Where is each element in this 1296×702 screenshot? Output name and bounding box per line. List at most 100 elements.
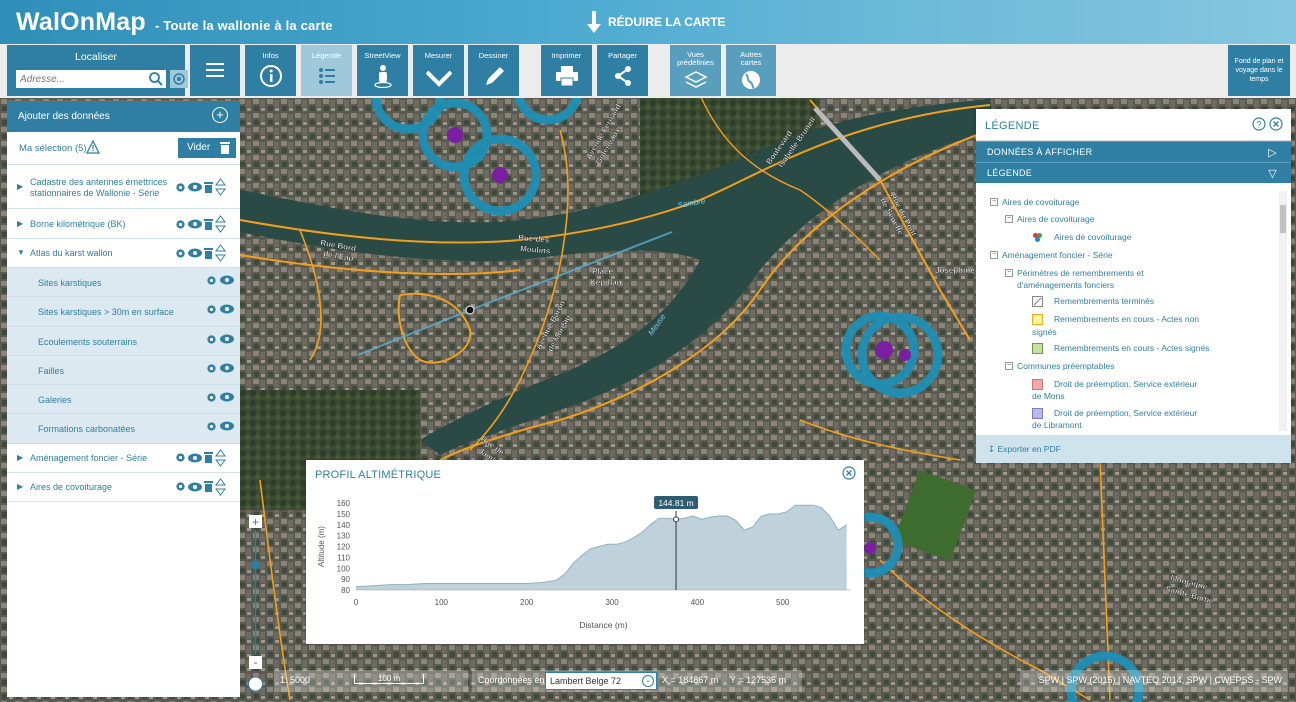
export-pdf-button[interactable]: ↧ Exporter en PDF — [976, 435, 1291, 463]
reorder-icon[interactable] — [215, 178, 226, 196]
sublayer-item[interactable]: Ecoulements souterrains — [7, 326, 240, 356]
layer-item[interactable]: ▼ Atlas du karst wallon — [7, 239, 240, 268]
fond-plan-button[interactable]: Fond de plan et voyage dans le temps — [1228, 45, 1290, 96]
layer-item[interactable]: ▶ Cadastre des antennes émettrices stati… — [7, 165, 240, 209]
zoom-handle[interactable] — [251, 560, 260, 570]
eye-icon[interactable] — [188, 482, 202, 492]
expand-icon[interactable]: ▶ — [17, 219, 23, 228]
gear-icon[interactable] — [206, 275, 217, 286]
dessiner-label: Dessiner — [478, 51, 509, 60]
help-icon[interactable]: ? — [1252, 117, 1266, 131]
collapse-box-icon[interactable]: − — [1005, 269, 1013, 277]
infos-button[interactable]: Infos — [245, 45, 296, 96]
legende-button[interactable]: Légende — [301, 45, 352, 96]
gear-icon[interactable] — [206, 392, 217, 403]
eye-icon[interactable] — [220, 421, 234, 431]
elevation-profile-panel: 80 90 100 110 120 130 140 150 160 0 100 200 300 400 50… — [306, 460, 864, 644]
legend-tree-item[interactable]: − Communes préemptables — [1005, 360, 1114, 372]
eye-icon[interactable] — [220, 334, 234, 344]
eye-icon[interactable] — [220, 304, 234, 314]
gear-icon[interactable] — [175, 182, 186, 193]
gear-icon[interactable] — [206, 304, 217, 315]
trash-icon[interactable] — [204, 452, 213, 464]
sublayer-item[interactable]: Failles — [7, 355, 240, 386]
search-input[interactable] — [20, 71, 140, 87]
projection-select[interactable]: Lambert Belge 72 ⌄ — [545, 672, 657, 690]
legend-tree-item[interactable]: − Périmètres de remembrements et d'aménage… — [1005, 267, 1144, 291]
legend-tree-item[interactable]: − Aires de covoiturage — [990, 196, 1080, 208]
sublayer-name: Failles — [38, 365, 65, 376]
clear-selection-button[interactable]: Vider — [178, 138, 236, 158]
gear-icon[interactable] — [206, 421, 217, 432]
reorder-icon[interactable] — [215, 215, 226, 233]
partager-button[interactable]: Partager — [597, 45, 648, 96]
eye-icon[interactable] — [188, 219, 202, 229]
reorder-icon[interactable] — [215, 448, 226, 467]
reorder-icon[interactable] — [215, 477, 226, 496]
layer-name-line1: Cadastre des antennes émettrices — [30, 177, 168, 187]
info-icon — [259, 65, 282, 87]
plus-icon: + — [252, 515, 259, 529]
eye-icon[interactable] — [220, 363, 234, 373]
collapse-icon[interactable]: ▼ — [17, 248, 25, 257]
close-icon[interactable] — [1269, 117, 1283, 131]
mesurer-button[interactable]: Mesurer — [413, 45, 464, 96]
layer-item[interactable]: ▶ Aires de covoiturage — [7, 473, 240, 502]
eye-icon[interactable] — [220, 392, 234, 402]
legend-scroll-thumb[interactable] — [1280, 205, 1286, 233]
close-icon[interactable] — [842, 466, 856, 480]
home-button[interactable] — [248, 676, 263, 692]
legend-section-legend[interactable]: LÉGENDE ▽ — [976, 162, 1291, 183]
legend-scrollbar[interactable] — [1279, 191, 1287, 431]
layer-item[interactable]: ▶ Aménagement foncier - Série — [7, 444, 240, 473]
sublayer-item[interactable]: Formations carbonatées — [7, 414, 240, 444]
collapse-box-icon[interactable]: − — [1005, 215, 1013, 223]
legend-tree-item[interactable]: − Aires de covoiturage — [1005, 213, 1095, 225]
expand-icon[interactable]: ▶ — [17, 182, 23, 191]
gear-icon[interactable] — [206, 334, 217, 345]
sublayer-item[interactable]: Sites karstiques > 30m en surface — [7, 297, 240, 327]
locate-icon[interactable] — [170, 70, 188, 88]
reduce-map-button[interactable]: RÉDUIRE LA CARTE — [586, 11, 726, 33]
reorder-icon[interactable] — [215, 244, 226, 262]
sublayer-item[interactable]: Galeries — [7, 385, 240, 415]
svg-text:?: ? — [1256, 120, 1261, 130]
legend-tree-item: Aires de covoiturage — [1054, 232, 1132, 242]
expand-icon[interactable]: ▶ — [17, 482, 23, 491]
collapse-box-icon[interactable]: − — [990, 198, 998, 206]
imprimer-button[interactable]: Imprimer — [541, 45, 592, 96]
trash-icon[interactable] — [204, 181, 213, 193]
collapse-box-icon[interactable]: − — [990, 251, 998, 259]
gear-icon[interactable] — [206, 363, 217, 374]
autres-cartes-button[interactable]: Autres cartes — [726, 45, 776, 96]
search-icon[interactable] — [148, 71, 164, 87]
collapse-box-icon[interactable]: − — [1005, 362, 1013, 370]
menu-button[interactable] — [190, 45, 240, 96]
eye-icon[interactable] — [188, 182, 202, 192]
eye-icon[interactable] — [188, 248, 202, 258]
gear-icon[interactable] — [175, 452, 186, 463]
trash-icon[interactable] — [204, 218, 213, 230]
layer-item[interactable]: ▶ Borne kilométrique (BK) — [7, 209, 240, 239]
sublayer-item[interactable]: Sites karstiques — [7, 268, 240, 298]
zoom-slider[interactable]: + - — [247, 515, 265, 695]
dessiner-button[interactable]: Dessiner — [468, 45, 519, 96]
streetview-button[interactable]: StreetView — [357, 45, 408, 96]
elevation-chart[interactable]: 80 90 100 110120 130 140 150 160 0 100 200 300 400 50… — [306, 460, 864, 644]
warning-icon[interactable] — [86, 140, 100, 154]
trash-icon[interactable] — [204, 247, 213, 259]
gear-icon[interactable] — [175, 219, 186, 230]
selection-row: Ma sélection (5) Vider — [7, 132, 240, 165]
legend-tree-item[interactable]: − Aménagement foncier - Série — [990, 249, 1113, 261]
eye-icon[interactable] — [220, 275, 234, 285]
trash-icon[interactable] — [204, 481, 213, 493]
vues-predefinies-button[interactable]: Vues prédéfinies — [670, 45, 721, 96]
legend-section-data-label: DONNÉES À AFFICHER — [987, 147, 1093, 157]
export-pdf-label: Exporter en PDF — [997, 444, 1061, 454]
expand-icon[interactable]: ▶ — [17, 453, 23, 462]
gear-icon[interactable] — [175, 248, 186, 259]
gear-icon[interactable] — [175, 481, 186, 492]
add-data-button[interactable]: Ajouter des données + — [7, 101, 240, 132]
eye-icon[interactable] — [188, 453, 202, 463]
legend-section-data[interactable]: DONNÉES À AFFICHER ▷ — [976, 141, 1291, 162]
